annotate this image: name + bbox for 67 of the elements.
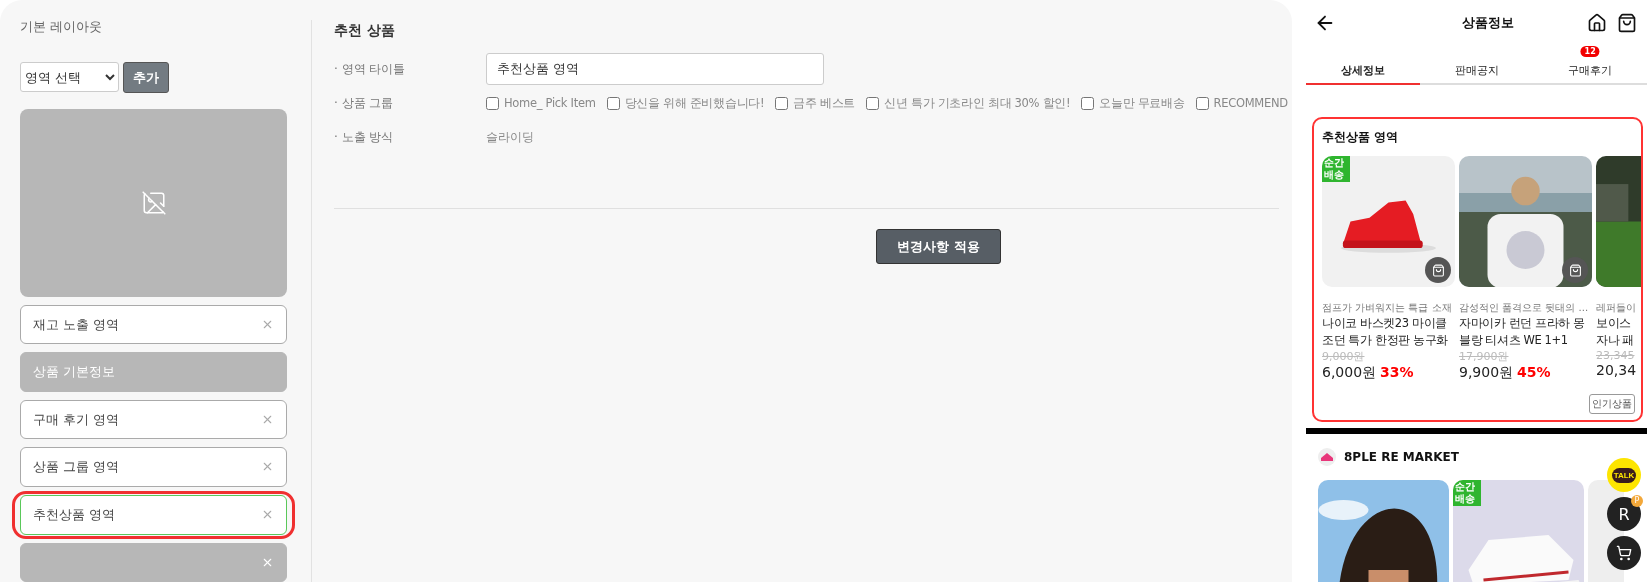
close-icon[interactable]: [261, 413, 274, 426]
checkbox-label: Home_ Pick Item: [504, 96, 596, 110]
card-title: 추천상품 영역: [1322, 129, 1400, 146]
checkbox[interactable]: [1081, 96, 1095, 110]
delivery-badge: 순간배송: [1322, 156, 1350, 182]
reward-button[interactable]: R P: [1607, 497, 1641, 531]
checkbox-label: 신년 특가 기초라인 최대 30% 할인!: [884, 95, 1071, 111]
sale-price: 20,34: [1596, 362, 1637, 378]
checkbox[interactable]: [606, 96, 620, 110]
field-label: · 상품 그룹: [334, 94, 395, 112]
checkbox[interactable]: [1195, 96, 1209, 110]
discount-rate: 33%: [1380, 364, 1414, 382]
layout-item[interactable]: 구매 후기 영역: [20, 399, 287, 440]
product-subtitle: 감성적인 품격으로 뒷태의 ...: [1459, 301, 1590, 315]
item-label: 상품 기본정보: [33, 363, 116, 382]
page-title: 상품정보: [1461, 13, 1514, 32]
bag-icon[interactable]: [1617, 12, 1637, 33]
layout-item[interactable]: 재고 노출 영역: [20, 305, 287, 345]
home-icon[interactable]: [1587, 12, 1607, 33]
checkbox-label: 금주 베스트: [793, 95, 856, 111]
original-price: 9,000원: [1322, 349, 1366, 364]
checkbox-label: 오늘만 무료배송: [1099, 95, 1185, 111]
item-label: 상품 그룹 영역: [33, 457, 120, 476]
add-button[interactable]: 추가: [123, 62, 169, 93]
product-subtitle: 점프가 가벼워지는 특급 소재: [1322, 301, 1453, 315]
talk-button[interactable]: TALK: [1607, 458, 1641, 492]
display-mode-text: 슬라이딩: [486, 128, 534, 146]
item-label: 구매 후기 영역: [33, 410, 120, 429]
original-price: 23,345: [1596, 349, 1636, 362]
bag-icon: [1431, 263, 1445, 277]
logo-icon: [1318, 448, 1336, 466]
product-name: 보이스 자나 패: [1596, 315, 1636, 349]
title-input[interactable]: 추천상품 영역: [486, 53, 824, 85]
product-name: 자마이카 런던 프라하 몽블랑 티셔츠 WE 1+1: [1459, 315, 1586, 349]
cart-button[interactable]: [1607, 536, 1641, 570]
checkbox-label: RECOMMEND: [1213, 96, 1288, 110]
checkbox[interactable]: [866, 96, 880, 110]
layout-item[interactable]: 추천상품 영역: [20, 494, 287, 535]
product-name: 나이코 바스켓23 마이클 조던 특가 한정판 농구화: [1322, 315, 1449, 349]
tab[interactable]: 상세정보: [1306, 45, 1420, 85]
tab[interactable]: 구매후기 12: [1533, 45, 1647, 85]
original-price: 17,900원: [1459, 349, 1510, 364]
delivery-badge: 순간배송: [1453, 480, 1481, 506]
checkbox[interactable]: [486, 96, 499, 110]
apply-button[interactable]: 변경사항 적용: [876, 229, 1001, 264]
product-tag: 인기상품: [1589, 394, 1635, 414]
layout-item[interactable]: 상품 그룹 영역: [20, 447, 287, 487]
checkbox-label: 당신을 위해 준비했습니다!: [624, 95, 765, 111]
no-image-icon: [140, 190, 167, 216]
cart-icon: [1616, 545, 1632, 561]
product-subtitle: 레퍼들이: [1596, 301, 1637, 315]
checkbox[interactable]: [775, 96, 789, 110]
field-label: · 노출 방식: [334, 128, 395, 146]
sale-price: 9,900원: [1459, 364, 1514, 382]
section-title: 8PLE RE MARKET: [1344, 450, 1459, 464]
sale-price: 6,000원: [1322, 364, 1377, 382]
point-badge: P: [1631, 495, 1643, 507]
bag-icon: [1568, 263, 1582, 277]
sidebar-title: 기본 레이아웃: [20, 18, 104, 36]
count-badge: 12: [1580, 46, 1600, 57]
area-select[interactable]: 영역 선택: [20, 62, 119, 92]
item-label: 추천상품 영역: [33, 505, 116, 524]
discount-rate: 45%: [1517, 364, 1551, 382]
item-label: 재고 노출 영역: [33, 315, 120, 334]
tab[interactable]: 판매공지: [1419, 45, 1534, 85]
field-label: · 영역 타이틀: [334, 60, 407, 78]
form-title: 추천 상품: [334, 22, 396, 40]
